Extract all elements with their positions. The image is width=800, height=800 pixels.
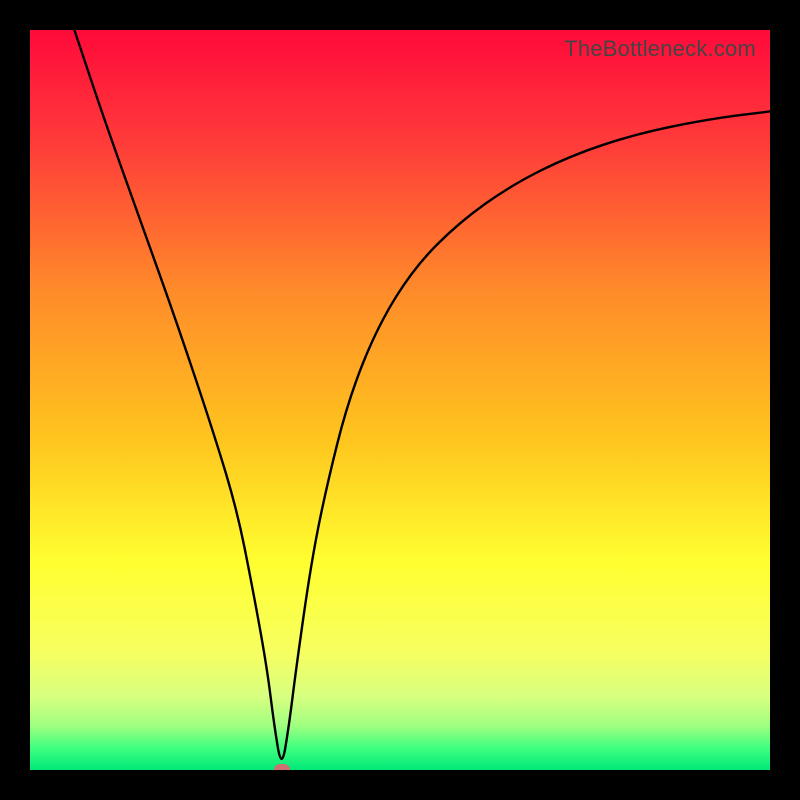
optimal-point-marker (274, 764, 290, 770)
watermark-label: TheBottleneck.com (564, 36, 756, 62)
plot-area: TheBottleneck.com (30, 30, 770, 770)
chart-frame: TheBottleneck.com (0, 0, 800, 800)
bottleneck-curve (30, 30, 770, 770)
